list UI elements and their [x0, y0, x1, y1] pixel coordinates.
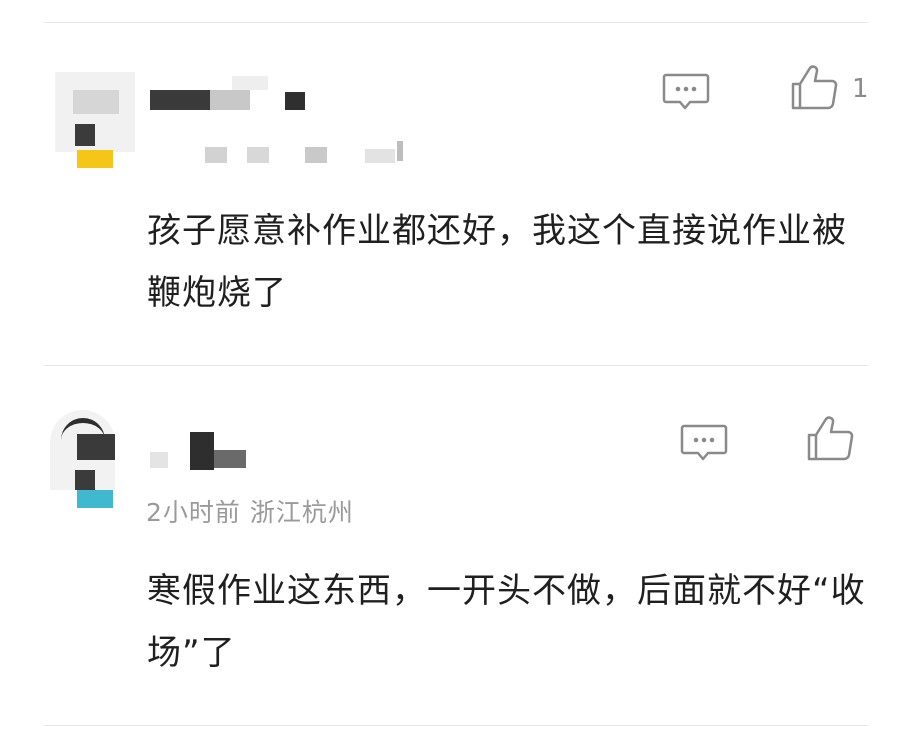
comment-text: 孩子愿意补作业都还好，我这个直接说作业被鞭炮烧了: [147, 211, 847, 313]
top-divider: [44, 22, 868, 23]
thumbs-up-icon[interactable]: [806, 415, 856, 467]
username-blurred[interactable]: [150, 76, 310, 112]
comment-bubble-icon[interactable]: [680, 423, 728, 467]
like-count: 1: [852, 74, 869, 104]
meta-blurred: [205, 141, 415, 167]
comment-bubble-icon[interactable]: [662, 72, 710, 116]
comment-meta: 2小时前 浙江杭州: [146, 498, 354, 527]
comment-divider: [44, 365, 868, 366]
bottom-divider: [44, 725, 868, 726]
comment-text: 寒假作业这东西，一开头不做，后面就不好“收场”了: [147, 571, 866, 673]
username-blurred[interactable]: [150, 432, 260, 470]
avatar[interactable]: [50, 410, 135, 508]
avatar[interactable]: [55, 72, 135, 168]
thumbs-up-icon[interactable]: [790, 64, 840, 116]
